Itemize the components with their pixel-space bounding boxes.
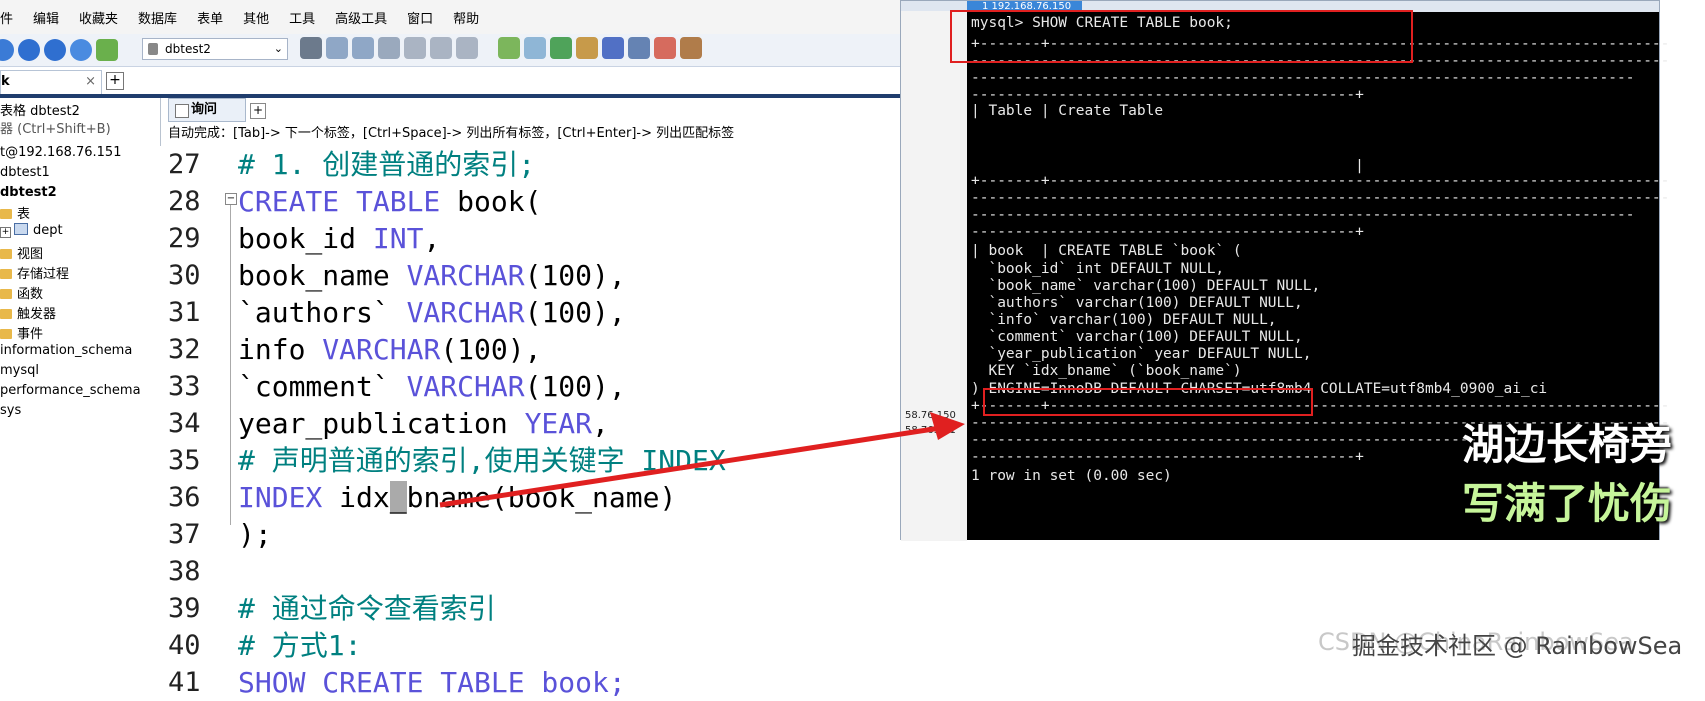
lyric-line-1: 湖边长椅旁: [1462, 420, 1673, 469]
annotation-arrow: [439, 412, 965, 508]
arrow-shaft: [439, 425, 941, 508]
watermark: 掘金技术社区 @ RainbowSea: [1352, 632, 1683, 660]
arrow-head: [930, 412, 965, 440]
lyric-line-2: 写满了忧伤: [1462, 479, 1673, 528]
